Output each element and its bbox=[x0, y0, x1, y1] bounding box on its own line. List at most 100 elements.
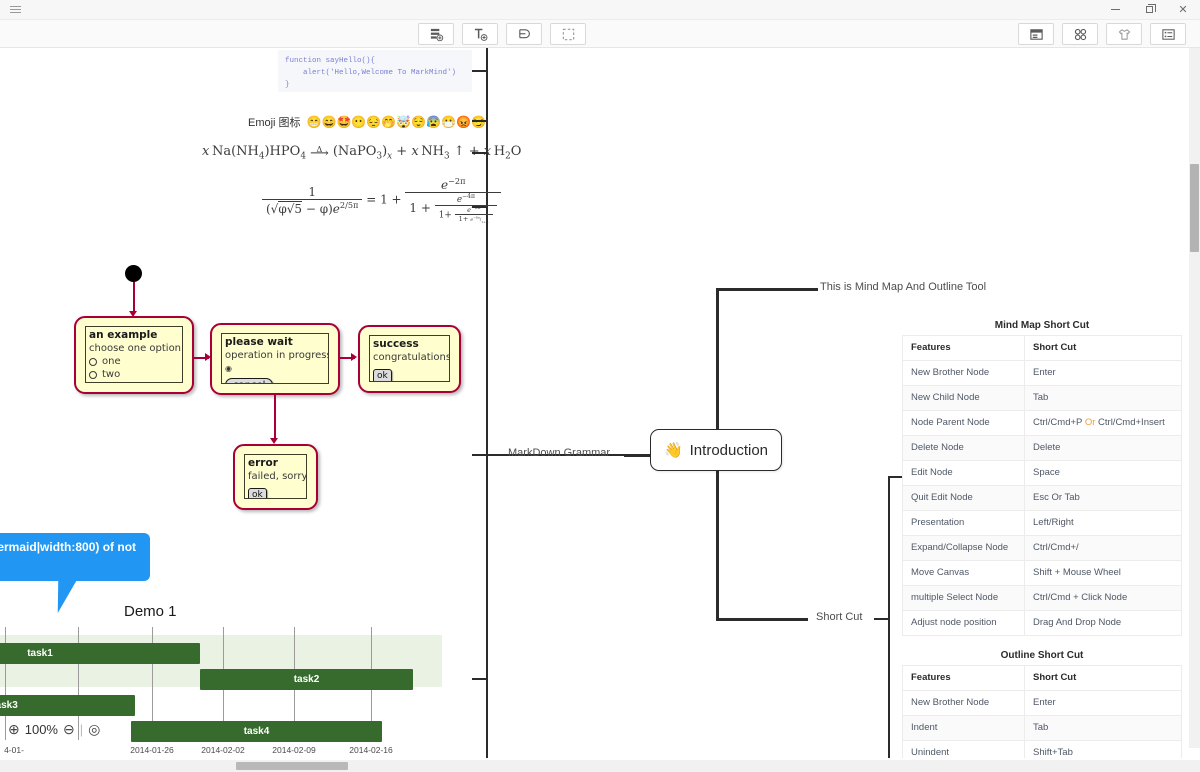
mindmap-canvas[interactable]: function sayHello(){ alert('Hello,Welcom… bbox=[0, 48, 1200, 758]
table-cell: Node Parent Node bbox=[902, 410, 1025, 436]
mm-line-root-up bbox=[716, 288, 719, 452]
uml-state-title-2: please wait bbox=[225, 336, 293, 348]
table-cell: Shift+Tab bbox=[1024, 740, 1182, 758]
column-header-0: Features bbox=[902, 335, 1025, 361]
uml-ok-button-3[interactable]: ok bbox=[248, 488, 267, 498]
branch-markdown-grammar[interactable]: MarkDown Grammar bbox=[508, 447, 610, 459]
gantt-bar-task2[interactable]: task2 bbox=[200, 669, 413, 690]
outline-short-cut-table[interactable]: Outline Short Cut Features Short Cut New B… bbox=[902, 650, 1182, 758]
table-cell: multiple Select Node bbox=[902, 585, 1025, 611]
insert-parent-node-button[interactable] bbox=[506, 23, 542, 45]
uml-state-error: error failed, sorry ok bbox=[233, 444, 318, 510]
grid-four-icon bbox=[1074, 28, 1086, 40]
mind-map-short-cut-table[interactable]: Mind Map Short Cut Features Short Cut New … bbox=[902, 320, 1182, 636]
column-header-1: Short Cut bbox=[1024, 665, 1182, 691]
outline-short-cut-grid: Features Short Cut New Brother Node Enter In… bbox=[902, 665, 1182, 758]
outline-panel-button[interactable] bbox=[1150, 23, 1186, 45]
insert-child-node-button[interactable] bbox=[462, 23, 498, 45]
table-cell: Quit Edit Node bbox=[902, 485, 1025, 511]
uml-state-inner-3: success congratulations! ok bbox=[369, 335, 450, 382]
wave-hand-emoji-icon: 👋 bbox=[663, 442, 683, 459]
table-row: New Brother Node Enter bbox=[902, 690, 1182, 716]
uml-radio-label-one: one bbox=[102, 356, 121, 367]
table-cell: Adjust node position bbox=[902, 610, 1025, 636]
table-cell: Left/Right bbox=[1024, 510, 1182, 536]
toolbar-right-group bbox=[1018, 23, 1186, 45]
uml-arrowhead-right-2 bbox=[351, 353, 357, 361]
table-cell: Tab bbox=[1024, 385, 1182, 411]
table-cell: Enter bbox=[1024, 360, 1182, 386]
hamburger-menu-icon[interactable] bbox=[0, 0, 30, 20]
radio-circle-icon bbox=[89, 357, 97, 366]
uml-radio-label-two: two bbox=[102, 369, 121, 380]
uml-arrow-start-to-example bbox=[133, 282, 135, 314]
table-cell: Ctrl/Cmd+/ bbox=[1024, 535, 1182, 561]
table-cell: Move Canvas bbox=[902, 560, 1025, 586]
main-toolbar bbox=[0, 20, 1200, 48]
mm-line-shortcut-to-table1 bbox=[888, 476, 902, 478]
close-button[interactable]: ✕ bbox=[1166, 0, 1200, 20]
gantt-bar-task1[interactable]: task1 bbox=[0, 643, 200, 664]
branch-intro-description[interactable]: This is Mind Map And Outline Tool bbox=[820, 281, 986, 293]
uml-state-success: success congratulations! ok bbox=[358, 325, 461, 393]
maximize-button[interactable] bbox=[1132, 0, 1166, 20]
table-cell: Tab bbox=[1024, 715, 1182, 741]
uml-ok-button-2[interactable]: ok bbox=[373, 369, 392, 381]
table-row: Presentation Left/Right bbox=[902, 510, 1182, 536]
horizontal-scrollbar-thumb[interactable] bbox=[236, 762, 348, 770]
uml-state-title-1: an example bbox=[89, 329, 158, 341]
uml-arrow-wait-to-error bbox=[274, 395, 276, 440]
table-header-row: Features Short Cut bbox=[902, 665, 1182, 691]
table-cell: New Brother Node bbox=[902, 690, 1025, 716]
vertical-scrollbar-thumb[interactable] bbox=[1190, 164, 1199, 252]
uml-radio-option-one[interactable]: one bbox=[89, 355, 179, 368]
table-cell: Unindent bbox=[902, 740, 1025, 758]
gantt-bar-task4[interactable]: task4 bbox=[131, 721, 382, 742]
style-shirt-button[interactable] bbox=[1106, 23, 1142, 45]
mm-line-root-down bbox=[716, 468, 719, 620]
uml-state-please-wait: please wait operation in progress ◉ canc… bbox=[210, 323, 340, 395]
uml-state-title-3: success bbox=[373, 338, 419, 350]
layout-button[interactable] bbox=[1018, 23, 1054, 45]
table-row: Adjust node position Drag And Drop Node bbox=[902, 610, 1182, 636]
table-row: Move Canvas Shift + Mouse Wheel bbox=[902, 560, 1182, 586]
minimize-button[interactable] bbox=[1098, 0, 1132, 20]
uml-spinner-icon: ◉ bbox=[225, 364, 232, 373]
marquee-select-icon bbox=[562, 28, 574, 40]
mm-line-to-description bbox=[716, 288, 818, 291]
table-row: Edit Node Space bbox=[902, 460, 1182, 486]
table-cell: Delete Node bbox=[902, 435, 1025, 461]
theme-grid-button[interactable] bbox=[1062, 23, 1098, 45]
horizontal-scrollbar[interactable] bbox=[0, 760, 1200, 772]
uml-radio-option-two[interactable]: two bbox=[89, 368, 179, 381]
table-cell: Ctrl/Cmd+P Or Ctrl/Cmd+Insert bbox=[1024, 410, 1182, 436]
fit-to-screen-icon[interactable]: ◎ bbox=[88, 721, 100, 738]
uml-state-an-example: an example choose one option one two ok bbox=[74, 316, 194, 394]
select-region-button[interactable] bbox=[550, 23, 586, 45]
table-cell: Esc Or Tab bbox=[1024, 485, 1182, 511]
table-cell: Ctrl/Cmd + Click Node bbox=[1024, 585, 1182, 611]
uml-cancel-button[interactable]: cancel bbox=[225, 378, 274, 383]
gantt-bar-task3[interactable]: task3 bbox=[0, 695, 135, 716]
table-row: Unindent Shift+Tab bbox=[902, 740, 1182, 758]
gantt-tick-0: 2014-01-26 bbox=[130, 745, 174, 755]
branch-short-cut[interactable]: Short Cut bbox=[816, 611, 862, 623]
table-cell: Space bbox=[1024, 460, 1182, 486]
mindmap-root-node[interactable]: 👋 Introduction bbox=[650, 429, 782, 471]
uml-state-diagram-node[interactable]: an example choose one option one two ok bbox=[0, 48, 486, 548]
zoom-in-icon[interactable]: ⊕ bbox=[8, 721, 20, 738]
text-add-icon bbox=[474, 28, 487, 41]
vertical-scrollbar[interactable] bbox=[1189, 48, 1200, 748]
table-cell: New Child Node bbox=[902, 385, 1025, 411]
outline-short-cut-title: Outline Short Cut bbox=[1000, 650, 1084, 661]
table-row: New Brother Node Enter bbox=[902, 360, 1182, 386]
uml-state-subtitle-4: failed, sorry bbox=[248, 471, 307, 482]
insert-sibling-node-button[interactable] bbox=[418, 23, 454, 45]
zoom-control-bar: ⊕ 100% ⊖ | ◎ bbox=[8, 718, 100, 740]
gantt-tick-3: 2014-02-16 bbox=[349, 745, 393, 755]
uml-initial-state-icon bbox=[125, 265, 142, 282]
zoom-separator: | bbox=[79, 721, 84, 737]
zoom-out-icon[interactable]: ⊖ bbox=[63, 721, 75, 738]
uml-state-inner-4: error failed, sorry ok bbox=[244, 454, 307, 499]
layout-icon bbox=[1029, 28, 1043, 40]
